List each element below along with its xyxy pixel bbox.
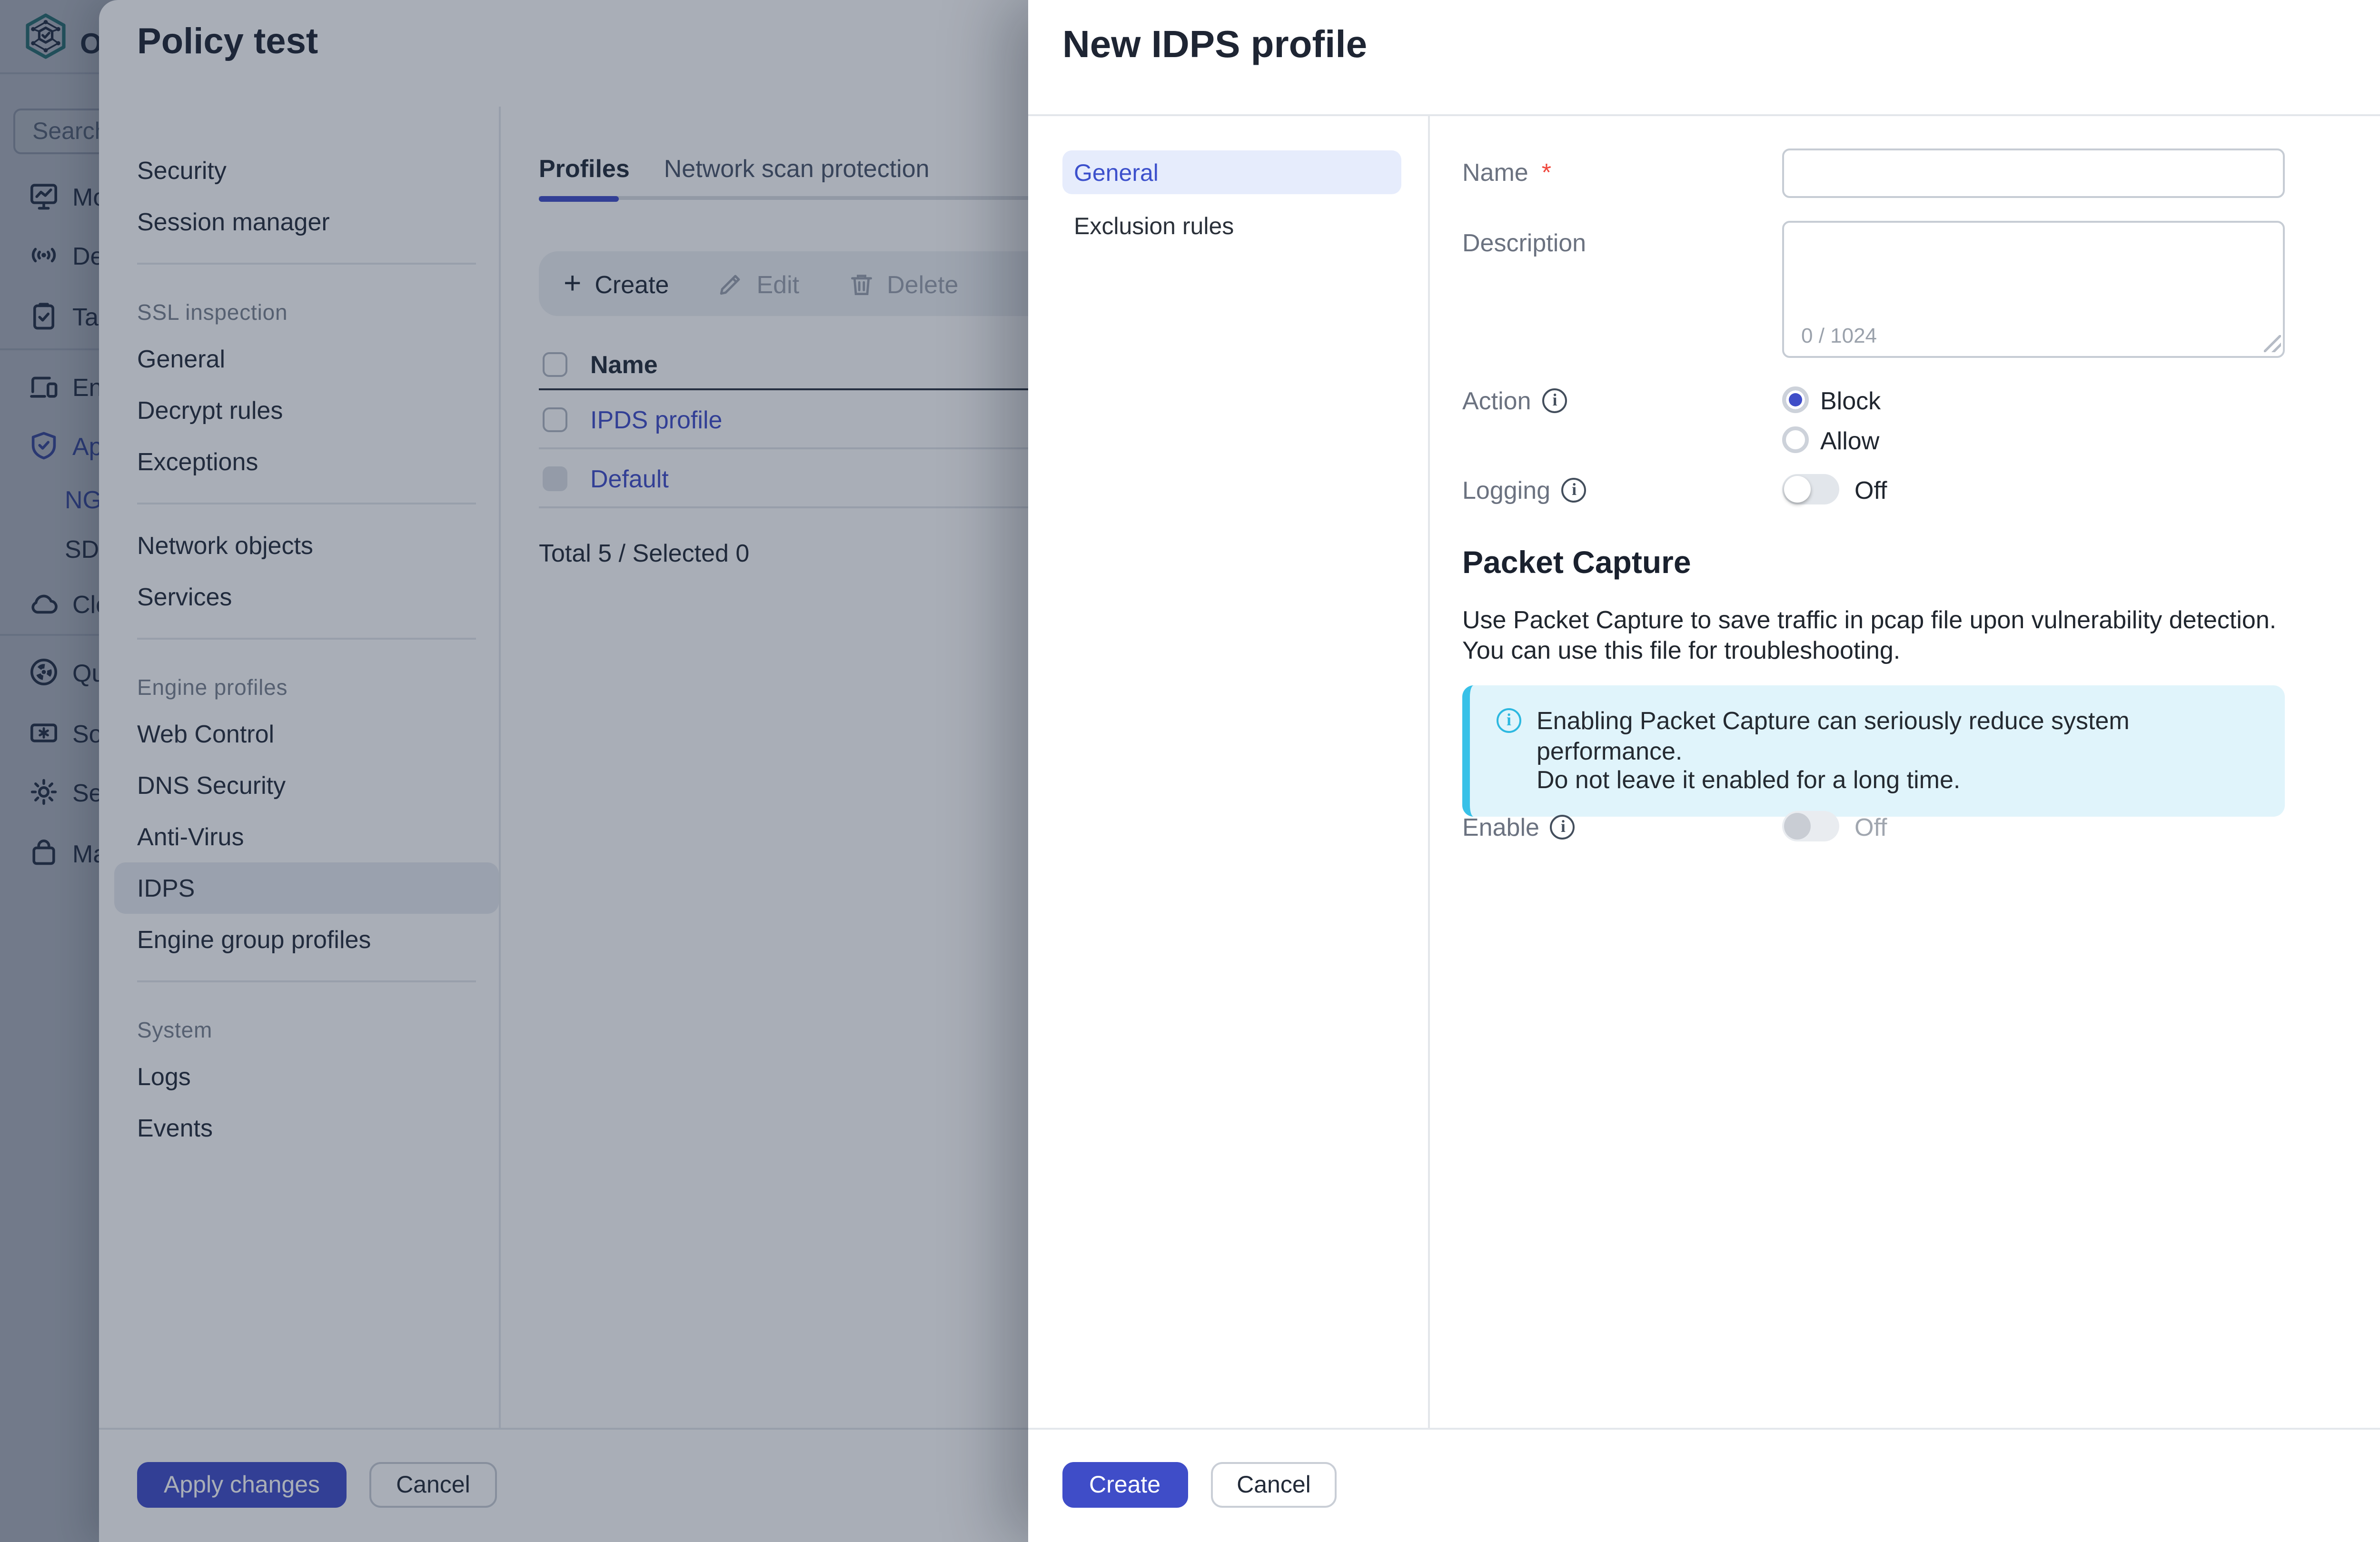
packet-capture-description: Use Packet Capture to save traffic in pc… — [1462, 605, 2276, 664]
warning-banner: Enabling Packet Capture can seriously re… — [1462, 685, 2285, 816]
dialog-title: New IDPS profile — [1062, 25, 1367, 69]
screen: Op Mor Dete — [0, 0, 2380, 1542]
resize-handle[interactable] — [2264, 335, 2281, 352]
new-idps-profile-dialog: New IDPS profile × General Exclusion rul… — [1028, 0, 2380, 1542]
section-heading-packet-capture: Packet Capture — [1462, 546, 1691, 583]
description-label-text: Description — [1462, 228, 1586, 257]
description-line: You can use this file for troubleshootin… — [1462, 635, 2276, 664]
dialog-nav-exclusion-rules[interactable]: Exclusion rules — [1062, 204, 1401, 247]
info-icon — [1497, 708, 1521, 733]
divider — [1028, 114, 2380, 116]
enable-label: Enable — [1462, 813, 1576, 841]
info-icon[interactable] — [1551, 815, 1576, 840]
required-marker: * — [1542, 158, 1551, 187]
create-submit-button[interactable]: Create — [1062, 1462, 1187, 1508]
toggle-knob — [1784, 476, 1811, 503]
radio-block-label[interactable]: Block — [1820, 386, 1881, 415]
description-label: Description — [1462, 228, 1586, 257]
name-label: Name * — [1462, 158, 1551, 187]
name-field[interactable] — [1782, 148, 2285, 198]
radio-block[interactable] — [1782, 386, 1809, 413]
action-label: Action — [1462, 386, 1567, 415]
toggle-knob — [1784, 813, 1811, 840]
logging-state: Off — [1854, 476, 1887, 504]
char-counter: 0 / 1024 — [1801, 326, 1877, 348]
logging-toggle[interactable] — [1782, 474, 1839, 504]
divider — [1028, 1428, 2380, 1430]
warning-text: Enabling Packet Capture can seriously re… — [1537, 706, 2258, 795]
info-icon[interactable] — [1543, 388, 1567, 413]
description-line: Use Packet Capture to save traffic in pc… — [1462, 605, 2276, 635]
radio-allow-label[interactable]: Allow — [1820, 426, 1879, 455]
name-label-text: Name — [1462, 158, 1528, 187]
info-icon[interactable] — [1562, 478, 1587, 503]
radio-allow[interactable] — [1782, 426, 1809, 453]
dialog-nav: General Exclusion rules — [1062, 150, 1401, 247]
divider — [1428, 116, 1430, 1428]
dialog-nav-general[interactable]: General — [1062, 150, 1401, 194]
warning-line: Enabling Packet Capture can seriously re… — [1537, 706, 2258, 765]
dialog-footer: Create Cancel — [1062, 1462, 1338, 1508]
enable-label-text: Enable — [1462, 813, 1539, 841]
logging-label: Logging — [1462, 476, 1587, 504]
enable-state: Off — [1854, 813, 1887, 841]
logging-label-text: Logging — [1462, 476, 1550, 504]
action-label-text: Action — [1462, 386, 1531, 415]
enable-toggle — [1782, 811, 1839, 841]
cancel-dialog-button[interactable]: Cancel — [1210, 1462, 1338, 1508]
warning-line: Do not leave it enabled for a long time. — [1537, 765, 2258, 795]
